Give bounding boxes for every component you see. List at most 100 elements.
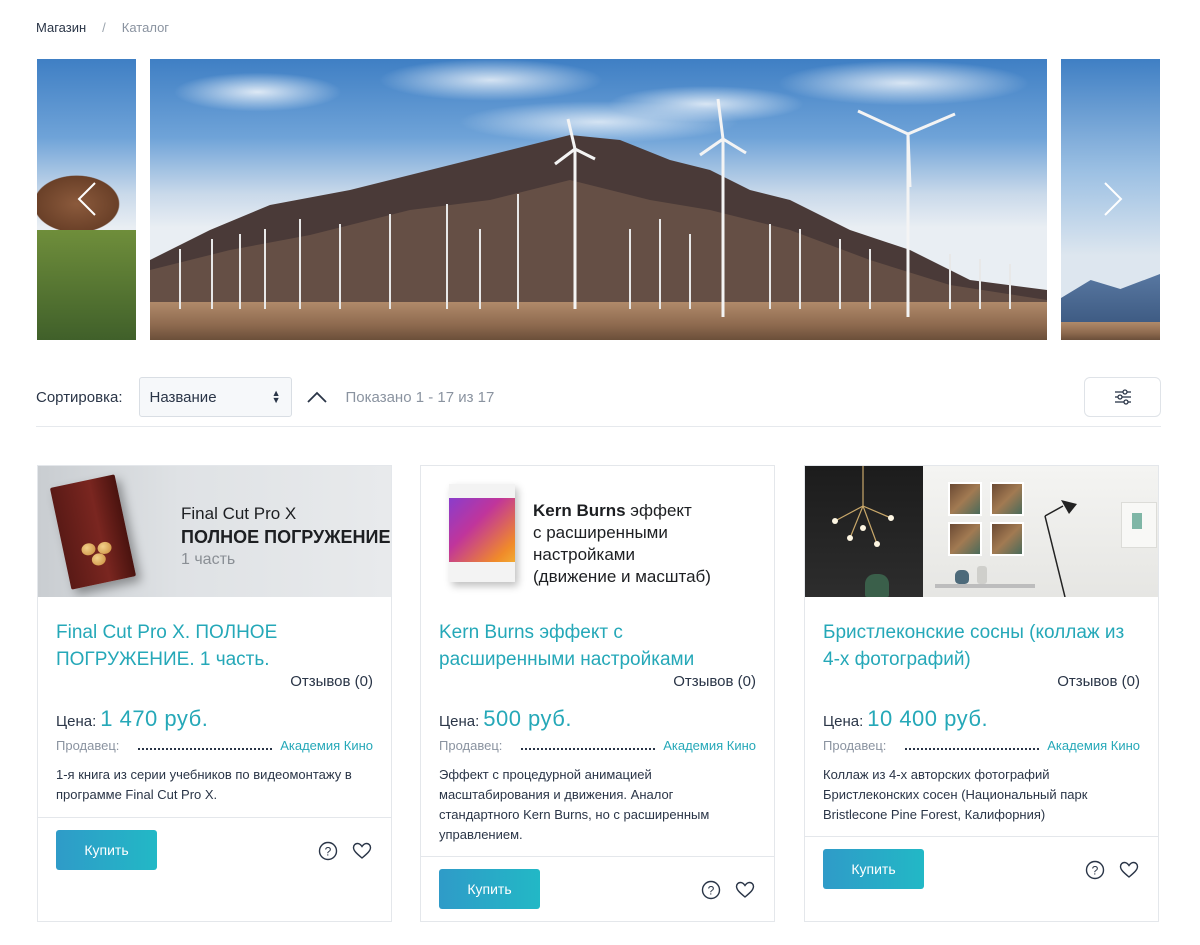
seller-link[interactable]: Академия Кино <box>1047 738 1140 753</box>
dotted-leader <box>905 748 1040 750</box>
product-title[interactable]: Бристлеконские сосны (коллаж из 4-х фото… <box>823 619 1140 673</box>
card-actions: ? <box>1084 859 1140 881</box>
chandelier-graphic <box>832 466 894 547</box>
box-bottom <box>449 562 515 582</box>
price-row: Цена: 1 470 руб. <box>56 706 373 732</box>
question-icon: ? <box>318 841 338 861</box>
product-card-footer: Купить ? <box>421 856 774 921</box>
favorite-button[interactable] <box>1118 859 1140 881</box>
product-title[interactable]: Kern Burns эффект с расширенными настрой… <box>439 619 756 673</box>
seller-link[interactable]: Академия Кино <box>663 738 756 753</box>
product-card-footer: Купить ? <box>805 836 1158 921</box>
product-card: Final Cut Pro X ПОЛНОЕ ПОГРУЖЕНИЕ 1 част… <box>37 465 392 922</box>
sort-select[interactable]: Название ▲ ▼ <box>138 377 292 417</box>
vase-graphic <box>977 566 987 584</box>
question-button[interactable]: ? <box>700 879 722 901</box>
product-card-footer: Купить ? <box>38 817 391 921</box>
price-label: Цена: <box>56 713 97 730</box>
dotted-leader <box>521 748 656 750</box>
product-image[interactable]: Final Cut Pro X ПОЛНОЕ ПОГРУЖЕНИЕ 1 част… <box>38 466 391 597</box>
buy-button[interactable]: Купить <box>439 869 540 909</box>
price-value: 500 руб. <box>483 706 573 731</box>
product-image[interactable]: Kern Burns эффект с расширенными настрой… <box>421 466 774 597</box>
price-label: Цена: <box>823 713 864 730</box>
price-label: Цена: <box>439 713 480 730</box>
software-box <box>449 484 515 582</box>
breadcrumb-shop-link[interactable]: Магазин <box>36 20 86 35</box>
slide-turbines <box>179 98 1011 317</box>
favorite-button[interactable] <box>351 840 373 862</box>
svg-text:?: ? <box>1092 864 1099 878</box>
product-card: Kern Burns эффект с расширенными настрой… <box>420 465 775 922</box>
vase-graphic <box>955 570 969 584</box>
product-image[interactable] <box>805 466 1158 597</box>
question-button[interactable]: ? <box>317 840 339 862</box>
sliders-icon <box>1114 389 1131 405</box>
slide-ground <box>1061 322 1160 340</box>
reviews-link[interactable]: Отзывов (0) <box>439 673 756 690</box>
filter-button[interactable] <box>1084 377 1161 417</box>
product-description: Коллаж из 4-х авторских фотографий Брист… <box>823 767 1088 822</box>
slider-prev-button[interactable] <box>75 179 99 219</box>
product-image-caption: Kern Burns эффект с расширенными настрой… <box>533 500 774 588</box>
collage-photo <box>990 522 1024 556</box>
image-caption-bold: Kern Burns <box>533 501 626 520</box>
results-count: Показано 1 - 17 из 17 <box>345 388 495 406</box>
question-button[interactable]: ? <box>1084 859 1106 881</box>
product-title[interactable]: Final Cut Pro X. ПОЛНОЕ ПОГРУЖЕНИЕ. 1 ча… <box>56 619 373 673</box>
product-description: Эффект с процедурной анимацией масштабир… <box>439 767 710 842</box>
reviews-link[interactable]: Отзывов (0) <box>823 673 1140 690</box>
wall-art-accent <box>1132 513 1142 529</box>
seller-row: Продавец: Академия Кино <box>56 738 373 753</box>
breadcrumb: Магазин / Каталог <box>36 20 169 35</box>
chevron-left-icon <box>77 182 96 216</box>
svg-text:?: ? <box>708 884 715 898</box>
slide-current[interactable] <box>150 59 1047 340</box>
chair-graphic <box>865 574 889 597</box>
image-caption-line: с расширенными настройками <box>533 523 668 564</box>
catalog-toolbar: Сортировка: Название ▲ ▼ Показано 1 - 17 … <box>36 377 1161 417</box>
shelf-graphic <box>935 584 1035 588</box>
seller-row: Продавец: Академия Кино <box>439 738 756 753</box>
seller-link[interactable]: Академия Кино <box>280 738 373 753</box>
dotted-leader <box>138 748 273 750</box>
image-caption-line: (движение и масштаб) <box>533 567 711 586</box>
product-card: Бристлеконские сосны (коллаж из 4-х фото… <box>804 465 1159 922</box>
heart-icon <box>735 881 755 898</box>
seller-label: Продавец: <box>56 738 120 753</box>
heart-icon <box>352 842 372 859</box>
price-value: 10 400 руб. <box>867 706 989 731</box>
toolbar-divider <box>36 426 1161 427</box>
buy-button[interactable]: Купить <box>823 849 924 889</box>
heart-icon <box>1119 861 1139 878</box>
slider-next-button[interactable] <box>1101 179 1125 219</box>
breadcrumb-current: Каталог <box>121 20 170 35</box>
svg-text:?: ? <box>325 845 332 859</box>
product-image-caption: Final Cut Pro X ПОЛНОЕ ПОГРУЖЕНИЕ 1 част… <box>181 504 390 569</box>
chevron-right-icon <box>1104 182 1123 216</box>
banner-slider <box>37 59 1160 340</box>
collage-photo <box>948 522 982 556</box>
box-top <box>449 484 515 498</box>
card-actions: ? <box>700 879 756 901</box>
seller-row: Продавец: Академия Кино <box>823 738 1140 753</box>
sort-direction-button[interactable] <box>302 382 332 412</box>
breadcrumb-separator: / <box>102 20 106 35</box>
price-row: Цена: 500 руб. <box>439 706 756 732</box>
room-dark-wall <box>805 466 923 597</box>
price-value: 1 470 руб. <box>100 706 209 731</box>
wall-art <box>1121 502 1157 548</box>
card-actions: ? <box>317 840 373 862</box>
favorite-button[interactable] <box>734 879 756 901</box>
reviews-link[interactable]: Отзывов (0) <box>56 673 373 690</box>
chevron-up-icon <box>306 391 327 403</box>
slide-brush <box>37 230 136 340</box>
floor-lamp-graphic <box>1044 500 1077 597</box>
seller-label: Продавец: <box>823 738 887 753</box>
product-card-body: Kern Burns эффект с расширенными настрой… <box>421 597 774 845</box>
image-caption-line: Final Cut Pro X <box>181 504 297 523</box>
buy-button[interactable]: Купить <box>56 830 157 870</box>
collage-photo <box>990 482 1024 516</box>
image-caption-line: 1 часть <box>181 551 236 568</box>
product-card-body: Final Cut Pro X. ПОЛНОЕ ПОГРУЖЕНИЕ. 1 ча… <box>38 597 391 805</box>
